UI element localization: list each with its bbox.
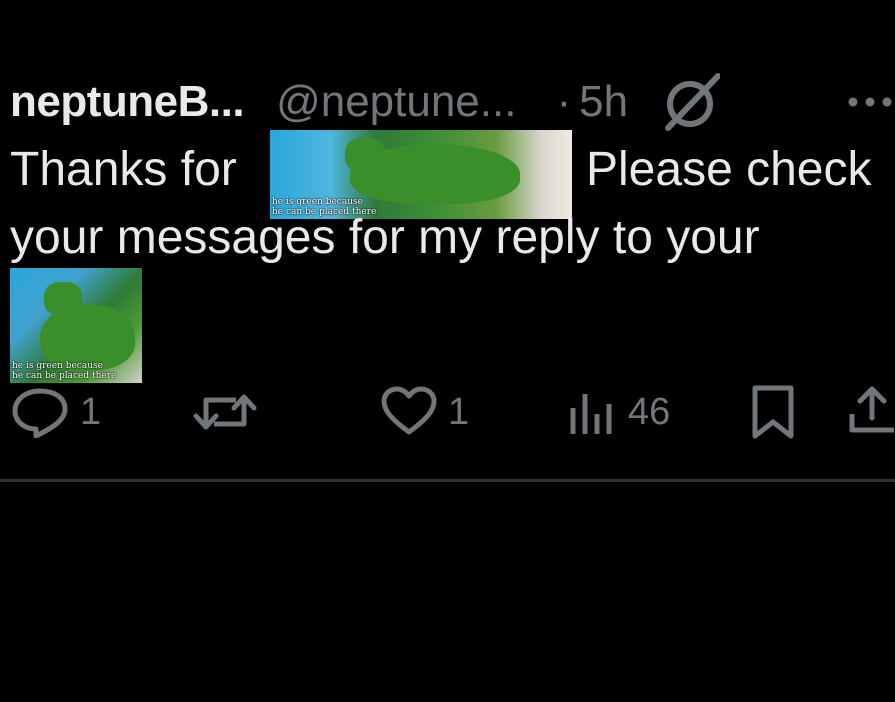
inline-cat-image-2[interactable]: he is green because he can be placed the… bbox=[10, 268, 142, 383]
post-text-line1-end: Please check bbox=[586, 143, 872, 196]
reply-count: 1 bbox=[80, 390, 102, 433]
heart-icon bbox=[380, 386, 438, 438]
image-caption-2: he is green because he can be placed the… bbox=[12, 361, 117, 381]
reply-icon bbox=[10, 386, 70, 438]
views-chart-icon bbox=[568, 386, 618, 438]
post-time[interactable]: 5h bbox=[579, 77, 628, 127]
like-count: 1 bbox=[448, 390, 470, 433]
share-button[interactable] bbox=[848, 382, 895, 442]
user-handle[interactable]: @neptune... bbox=[276, 77, 516, 127]
repost-icon bbox=[192, 386, 258, 438]
display-name[interactable]: neptuneB... bbox=[10, 77, 245, 127]
bookmark-icon bbox=[750, 384, 796, 440]
grok-icon[interactable] bbox=[660, 72, 721, 132]
views-count: 46 bbox=[628, 390, 671, 433]
post-divider bbox=[0, 479, 895, 482]
share-icon bbox=[848, 384, 895, 440]
more-options-icon[interactable] bbox=[845, 72, 895, 132]
separator-dot: · bbox=[556, 77, 572, 126]
views-button[interactable]: 46 bbox=[568, 382, 670, 442]
post-text-line1-start: Thanks for bbox=[10, 143, 237, 196]
action-bar: 1 1 46 bbox=[10, 382, 895, 442]
reply-button[interactable]: 1 bbox=[10, 382, 101, 442]
post-header: neptuneB... @neptune... · 5h bbox=[10, 72, 895, 132]
post-text-line2: your messages for my reply to your bbox=[10, 211, 760, 264]
bookmark-button[interactable] bbox=[750, 382, 796, 442]
like-button[interactable]: 1 bbox=[380, 382, 469, 442]
repost-button[interactable] bbox=[192, 382, 258, 442]
